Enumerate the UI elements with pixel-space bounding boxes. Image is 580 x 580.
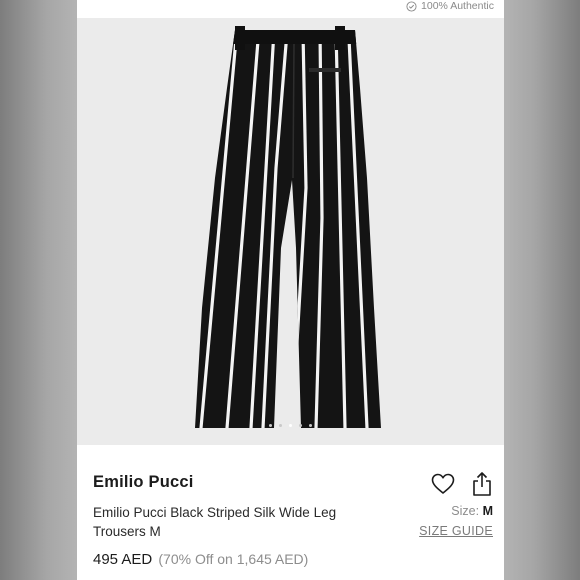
product-info: Emilio Pucci Emilio Pucci Black Striped …: [77, 445, 504, 580]
heart-icon: [431, 473, 455, 494]
listing-card: 100% Authentic Emilio Pucci Emilio Pucci…: [77, 0, 504, 580]
price: 495 AED: [93, 551, 153, 568]
pager-dot[interactable]: [269, 424, 272, 427]
discount-text: (70% Off on 1,645 AED): [158, 551, 309, 567]
check-circle-icon: [406, 0, 417, 12]
like-button[interactable]: [431, 473, 455, 495]
pager-dot-active[interactable]: [289, 424, 292, 427]
image-pager[interactable]: [77, 424, 504, 427]
size-indicator: Size: M: [451, 504, 493, 518]
pager-dot[interactable]: [299, 424, 302, 427]
brand-name[interactable]: Emilio Pucci: [93, 473, 194, 492]
share-button[interactable]: [471, 471, 493, 497]
size-value: M: [482, 504, 493, 518]
pager-dot[interactable]: [279, 424, 282, 427]
top-bar: 100% Authentic: [77, 0, 504, 18]
authentic-label: 100% Authentic: [421, 0, 494, 12]
product-title: Emilio Pucci Black Striped Silk Wide Leg…: [93, 505, 337, 539]
product-image[interactable]: [77, 18, 504, 445]
price-row: 495 AED (70% Off on 1,645 AED): [93, 551, 308, 568]
trousers-image: [195, 26, 381, 428]
authentic-badge: 100% Authentic: [406, 0, 494, 12]
size-label: Size:: [451, 504, 480, 518]
share-icon: [473, 472, 491, 496]
size-guide-link[interactable]: SIZE GUIDE: [419, 524, 493, 538]
pager-dot[interactable]: [309, 424, 312, 427]
